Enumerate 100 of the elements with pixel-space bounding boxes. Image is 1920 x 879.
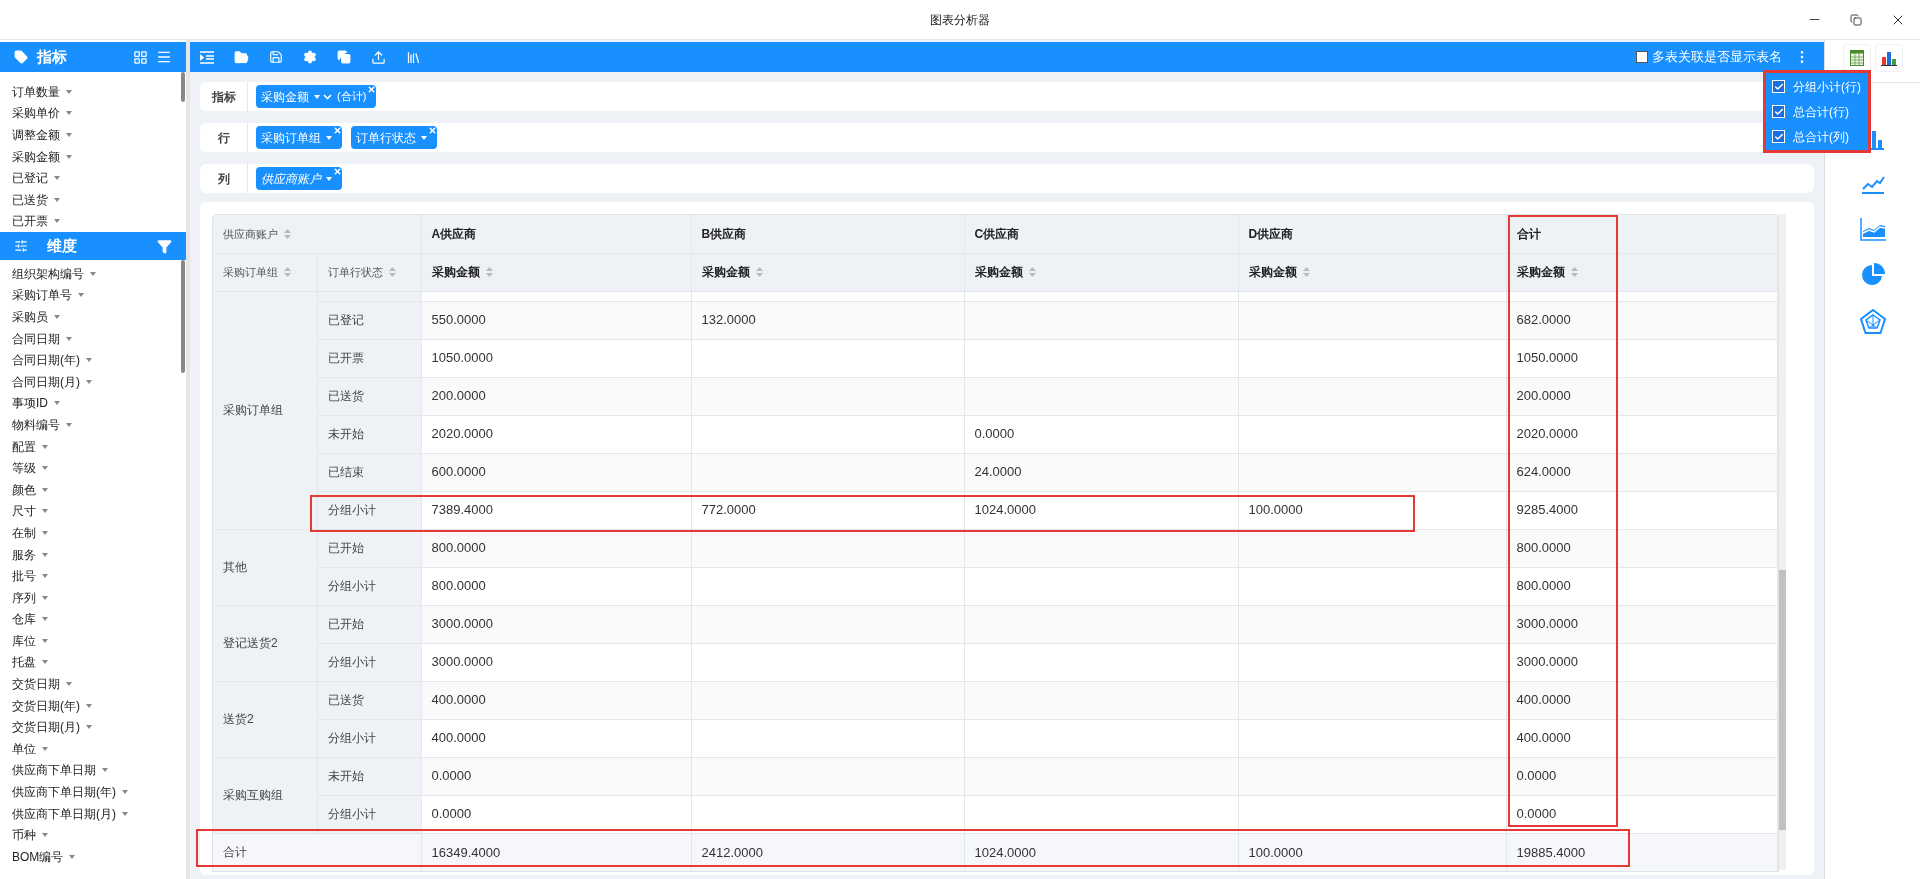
field-item[interactable]: 服务 [12, 545, 36, 564]
sort-icon[interactable] [1028, 267, 1036, 277]
sort-icon[interactable] [284, 228, 291, 239]
caret-icon [42, 595, 48, 600]
group-cell: 其他 [213, 529, 317, 605]
field-item[interactable]: 物料编号 [12, 415, 60, 434]
caret-icon [42, 552, 48, 557]
table-cell: 624.0000 [1506, 453, 1777, 491]
header-cell: 采购金额 [691, 253, 964, 291]
field-item[interactable]: 供应商下单日期 [12, 761, 96, 780]
field-item[interactable]: 合同日期(年) [12, 351, 80, 370]
indent-icon[interactable] [200, 50, 214, 64]
caret-icon [42, 487, 48, 492]
field-item[interactable]: 配置 [12, 437, 36, 456]
field-item[interactable]: 交货日期(年) [12, 696, 80, 715]
field-item[interactable]: 采购订单号 [12, 286, 72, 305]
caret-icon[interactable] [326, 135, 332, 140]
grid-view-icon[interactable] [133, 49, 148, 65]
header-cell: 采购金额 [1238, 253, 1506, 291]
field-item[interactable]: 采购员 [12, 308, 48, 326]
field-item[interactable]: 币种 [12, 826, 36, 845]
field-item[interactable]: 已开票 [12, 212, 48, 231]
save-icon[interactable] [269, 50, 283, 64]
caret-icon[interactable] [421, 135, 427, 140]
table-cell: 600.0000 [421, 453, 691, 491]
settings-icon[interactable] [303, 50, 317, 64]
field-item[interactable]: 已送货 [12, 190, 48, 209]
caret-icon [66, 133, 72, 137]
field-item[interactable]: 仓库 [12, 610, 36, 629]
header-cell: 采购订单组 [213, 253, 317, 291]
table-cell: 772.0000 [691, 491, 964, 529]
tag-icon [14, 50, 28, 64]
books-icon[interactable] [406, 49, 421, 65]
field-item[interactable]: 序列 [12, 588, 36, 607]
field-item[interactable]: 采购单价 [12, 104, 60, 123]
table-cell: 2412.0000 [691, 833, 964, 871]
remove-icon[interactable] [367, 85, 377, 94]
bar-chart-icon [1880, 50, 1897, 66]
field-item[interactable]: 颜色 [12, 480, 36, 499]
field-item[interactable]: 批号 [12, 567, 36, 586]
status-cell: 已登记 [317, 301, 421, 339]
table-cell: 0.0000 [421, 757, 691, 795]
sort-icon[interactable] [284, 267, 291, 277]
checkbox[interactable] [1636, 51, 1648, 63]
caret-icon [54, 197, 60, 202]
remove-icon[interactable] [428, 126, 437, 135]
scrollbar[interactable] [181, 260, 185, 373]
field-item[interactable]: 在制 [12, 523, 36, 542]
field-item[interactable]: 库位 [12, 631, 36, 650]
scrollbar[interactable] [181, 72, 185, 102]
field-item[interactable]: 供应商下单日期(年) [12, 783, 116, 802]
filter-icon[interactable] [157, 238, 172, 254]
field-item[interactable]: 采购金额 [12, 147, 60, 166]
remove-icon[interactable] [333, 126, 342, 135]
pie-chart-icon[interactable] [1860, 263, 1885, 287]
remove-icon[interactable] [333, 167, 342, 176]
field-item[interactable]: 已登记 [12, 169, 48, 188]
field-item[interactable]: 合同日期(月) [12, 372, 80, 391]
field-item[interactable]: 订单数量 [12, 82, 60, 101]
field-item[interactable]: 交货日期 [12, 675, 60, 694]
header-cell: C供应商 [964, 215, 1238, 253]
radar-chart-icon[interactable] [1859, 309, 1886, 335]
table-cell: 0.0000 [1506, 757, 1777, 795]
table-cell: 200.0000 [1506, 377, 1777, 415]
sort-icon[interactable] [1302, 267, 1310, 277]
field-item[interactable]: 托盘 [12, 653, 36, 672]
copy-icon[interactable] [337, 50, 351, 64]
sort-icon[interactable] [485, 267, 493, 277]
field-item[interactable]: 组织架构编号 [12, 264, 84, 283]
area-chart-icon[interactable] [1859, 217, 1886, 241]
caret-icon [42, 444, 48, 449]
sort-icon[interactable] [388, 267, 396, 277]
field-item[interactable]: 交货日期(月) [12, 718, 80, 737]
folder-icon[interactable] [234, 49, 249, 65]
field-item[interactable]: 合同日期 [12, 329, 60, 348]
field-item[interactable]: 尺寸 [12, 502, 36, 521]
caret-icon[interactable] [314, 94, 320, 99]
restore-icon[interactable] [1850, 13, 1862, 26]
upload-icon[interactable] [371, 49, 386, 65]
menu-icon[interactable] [156, 49, 172, 65]
field-item[interactable]: 供应商下单日期(月) [12, 804, 116, 823]
caret-icon [86, 358, 92, 363]
caret-icon[interactable] [326, 176, 332, 181]
total-label-cell: 合计 [213, 833, 421, 871]
table-cell: 19885.4000 [1506, 833, 1777, 871]
table-cell: 2020.0000 [421, 415, 691, 453]
caret-icon [78, 293, 84, 298]
field-item[interactable]: 等级 [12, 459, 36, 478]
field-item[interactable]: 单位 [12, 739, 36, 758]
field-item[interactable]: 事项ID [12, 394, 48, 413]
sort-icon[interactable] [1570, 267, 1578, 277]
sort-icon[interactable] [755, 267, 763, 277]
table-cell: 1024.0000 [964, 491, 1238, 529]
caret-icon [42, 638, 48, 643]
field-item[interactable]: BOM编号 [12, 847, 64, 866]
field-item[interactable]: 调整金额 [12, 126, 60, 144]
group-cell: 送货2 [213, 681, 317, 757]
chevron-icon[interactable] [323, 93, 332, 100]
scrollbar[interactable] [1778, 570, 1786, 830]
chart-view-button[interactable] [1874, 44, 1903, 72]
